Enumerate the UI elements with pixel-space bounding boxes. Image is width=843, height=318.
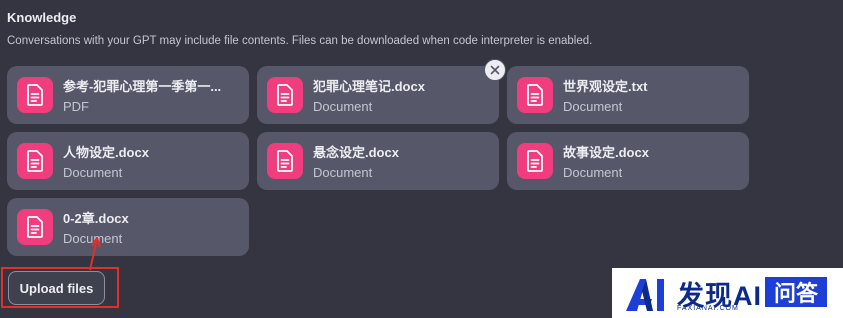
file-card[interactable]: 0-2章.docx Document <box>7 198 249 256</box>
document-icon <box>517 77 553 113</box>
file-type: Document <box>63 165 123 180</box>
section-title: Knowledge <box>7 10 77 25</box>
close-icon <box>490 65 500 75</box>
file-name: 悬念设定.docx <box>313 145 399 160</box>
file-card[interactable]: 故事设定.docx Document <box>507 132 749 190</box>
faxianai-logo-icon <box>626 279 664 311</box>
file-type: Document <box>563 165 623 180</box>
document-icon <box>17 143 53 179</box>
file-name: 故事设定.docx <box>563 145 649 160</box>
file-card[interactable]: 犯罪心理笔记.docx Document <box>257 59 506 124</box>
document-icon <box>517 143 553 179</box>
file-name: 世界观设定.txt <box>563 79 648 94</box>
file-type: Document <box>313 165 373 180</box>
watermark: 发现AI FAXIANAI.COM 问答 <box>612 268 843 318</box>
file-name: 犯罪心理笔记.docx <box>313 79 425 94</box>
file-card[interactable]: 人物设定.docx Document <box>7 132 249 190</box>
knowledge-section: Knowledge Conversations with your GPT ma… <box>0 0 843 318</box>
file-type: Document <box>313 99 373 114</box>
file-grid: 参考-犯罪心理第一季第一... PDF 犯罪心理笔记.docx Document… <box>7 59 749 256</box>
file-name: 人物设定.docx <box>63 145 149 160</box>
file-type: Document <box>563 99 623 114</box>
document-icon <box>267 77 303 113</box>
file-name: 0-2章.docx <box>63 211 129 226</box>
section-description: Conversations with your GPT may include … <box>7 35 593 47</box>
file-card[interactable]: 世界观设定.txt Document <box>507 66 749 124</box>
document-icon <box>17 77 53 113</box>
file-type: PDF <box>63 99 89 114</box>
remove-file-button[interactable] <box>484 59 506 81</box>
watermark-qa: 问答 <box>765 277 827 307</box>
document-icon <box>267 143 303 179</box>
document-icon <box>17 209 53 245</box>
file-card[interactable]: 参考-犯罪心理第一季第一... PDF <box>7 66 249 124</box>
file-card[interactable]: 悬念设定.docx Document <box>257 132 499 190</box>
watermark-sub: FAXIANAI.COM <box>677 305 739 312</box>
annotation-highlight <box>1 267 119 308</box>
file-name: 参考-犯罪心理第一季第一... <box>63 79 222 94</box>
